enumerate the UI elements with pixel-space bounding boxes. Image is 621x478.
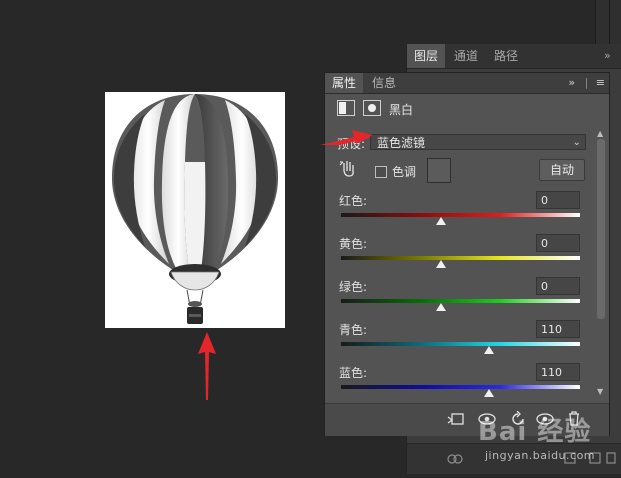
scroll-thumb[interactable] <box>597 139 605 319</box>
green-slider-thumb[interactable] <box>436 303 447 311</box>
collapse-icon[interactable]: » <box>568 76 575 89</box>
adjustment-layer-icon[interactable] <box>337 100 355 116</box>
preset-dropdown[interactable]: 蓝色滤镜 ⌄ <box>370 134 586 150</box>
tint-label: 色调 <box>392 165 417 179</box>
hand-target-icon[interactable] <box>339 159 357 177</box>
watermark-url: jingyan.baidu.com <box>485 449 596 462</box>
layers-panel-collapse-icon[interactable]: » <box>597 44 618 68</box>
tab-paths[interactable]: 路径 <box>487 44 525 68</box>
blue-slider-track[interactable] <box>341 385 580 389</box>
cyan-slider-track[interactable] <box>341 342 580 346</box>
adjustment-title: 黑白 <box>389 103 414 117</box>
yellow-slider-label: 黄色: <box>339 237 368 251</box>
blue-slider-thumb[interactable] <box>484 389 495 397</box>
tint-checkbox[interactable] <box>375 166 387 178</box>
auto-button[interactable]: 自动 <box>539 159 585 181</box>
chevron-down-icon: ⌄ <box>572 137 581 148</box>
panel-menu-icon[interactable]: ≡ <box>596 76 605 89</box>
red-value-field[interactable]: 0 <box>536 191 580 209</box>
red-arrow-preset-icon <box>320 130 373 145</box>
tab-info[interactable]: 信息 <box>365 73 403 93</box>
yellow-slider-thumb[interactable] <box>436 260 447 268</box>
blue-value-field[interactable]: 110 <box>536 363 580 381</box>
green-value-field[interactable]: 0 <box>536 277 580 295</box>
blue-slider-label: 蓝色: <box>339 366 368 380</box>
panel-menu-controls: » | ≡ <box>568 76 605 89</box>
scroll-down-icon[interactable]: ▼ <box>597 387 603 396</box>
yellow-slider-track[interactable] <box>341 256 580 260</box>
document-canvas <box>105 92 285 328</box>
clip-to-layer-icon[interactable] <box>447 411 465 427</box>
watermark-brand: Bai 经验 <box>478 417 592 447</box>
hot-air-balloon-image <box>111 94 279 324</box>
tint-color-swatch[interactable] <box>427 158 451 183</box>
panel-scrollbar[interactable]: ▲ ▼ <box>596 129 606 397</box>
scroll-up-icon[interactable]: ▲ <box>597 129 603 138</box>
cyan-value-field[interactable]: 110 <box>536 320 580 338</box>
cyan-slider-label: 青色: <box>339 323 368 337</box>
layer-mask-icon[interactable] <box>363 100 381 116</box>
yellow-value-field[interactable]: 0 <box>536 234 580 252</box>
green-slider-label: 绿色: <box>339 280 368 294</box>
properties-panel-tabs: 属性 信息 » | ≡ <box>325 73 609 94</box>
red-arrow-image-icon <box>198 332 216 400</box>
baidu-watermark: Bai 经验 jingyan.baidu.com <box>478 411 618 469</box>
red-slider-label: 红色: <box>339 194 368 208</box>
preset-value: 蓝色滤镜 <box>377 136 426 150</box>
layers-panel-tabs: 图层 通道 路径 » <box>407 44 621 69</box>
cyan-slider-thumb[interactable] <box>484 346 495 354</box>
red-slider-track[interactable] <box>341 213 580 217</box>
red-slider-thumb[interactable] <box>436 217 447 225</box>
tab-layers[interactable]: 图层 <box>407 44 446 68</box>
green-slider-track[interactable] <box>341 299 580 303</box>
tab-properties[interactable]: 属性 <box>325 73 364 93</box>
tab-channels[interactable]: 通道 <box>447 44 485 68</box>
properties-panel: 属性 信息 » | ≡ 黑白 预设: 蓝色滤镜 ⌄ 色调 自动 红色: 0 黄色: 0… <box>324 72 610 436</box>
